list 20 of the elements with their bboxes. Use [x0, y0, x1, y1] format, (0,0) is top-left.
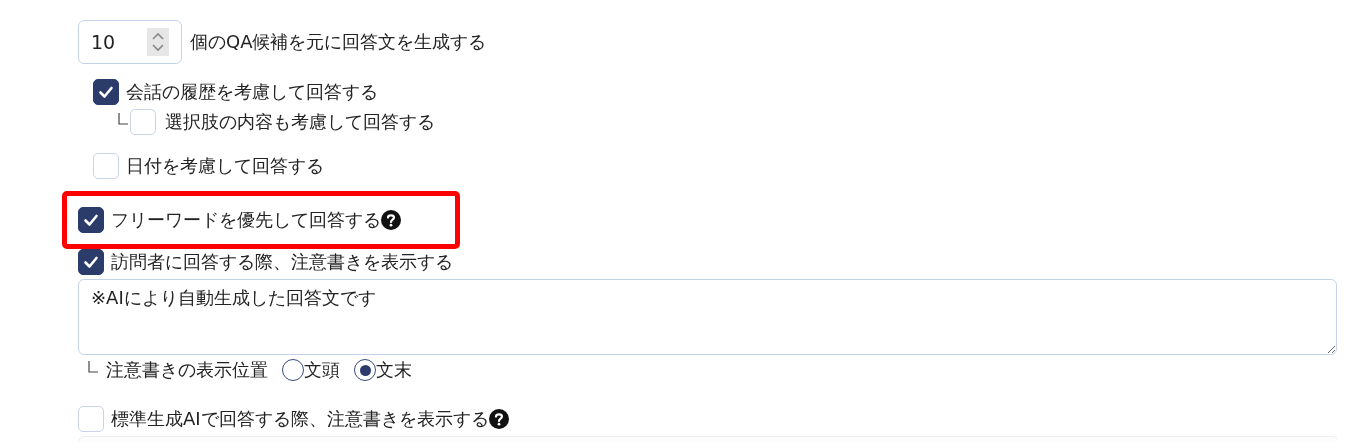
spinner-icon[interactable]: [147, 28, 169, 56]
checkbox-label: 標準生成AIで回答する際、注意書きを表示する: [111, 407, 489, 431]
checkbox[interactable]: [78, 207, 104, 233]
checkbox-label: 選択肢の内容も考慮して回答する: [165, 110, 435, 134]
branch-line-icon: [118, 113, 128, 125]
help-icon[interactable]: [488, 409, 509, 429]
radio-group-label: 注意書きの表示位置: [106, 358, 268, 382]
checkbox-label: 会話の履歴を考慮して回答する: [126, 80, 378, 104]
checkbox-label: 訪問者に回答する際、注意書きを表示する: [111, 250, 453, 274]
field-label: 個のQA候補を元に回答文を生成する: [190, 30, 487, 54]
radio-label: 文頭: [304, 358, 340, 382]
checkbox[interactable]: [93, 79, 119, 105]
number-field[interactable]: 10: [78, 20, 182, 64]
checkbox[interactable]: [78, 249, 104, 275]
branch-line-icon: [88, 361, 98, 373]
checkbox-label: フリーワードを優先して回答する: [111, 208, 381, 232]
radio-label: 文末: [376, 358, 412, 382]
checkbox-label: 日付を考慮して回答する: [126, 154, 324, 178]
help-icon[interactable]: [381, 210, 401, 230]
notice-field[interactable]: ※AIにより自動生成した回答文です: [78, 279, 1337, 355]
